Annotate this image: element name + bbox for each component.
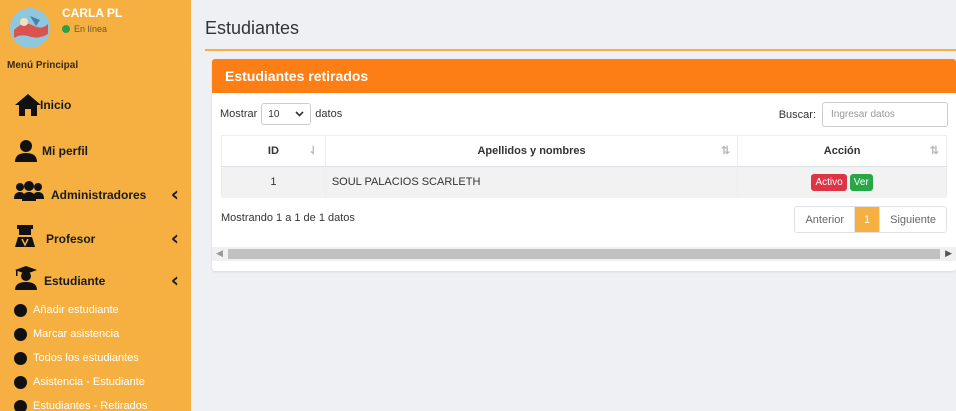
circle-icon bbox=[14, 327, 27, 341]
sidebar-item-inicio[interactable]: Inicio bbox=[14, 91, 189, 119]
chevron-down-icon bbox=[295, 111, 304, 117]
circle-icon bbox=[14, 351, 27, 365]
submenu-item-todos-los-estudiantes[interactable]: Todos los estudiantes bbox=[14, 348, 139, 368]
column-header-accion[interactable]: Acción ⇅ bbox=[737, 135, 947, 167]
menu-header: Menú Principal bbox=[7, 60, 79, 71]
page-length-control: Mostrar 10 datos bbox=[220, 103, 342, 125]
card-header: Estudiantes retirados bbox=[212, 59, 956, 93]
search-control: Buscar: bbox=[779, 102, 948, 127]
table-row: 1 SOUL PALACIOS SCARLETH Activo Ver bbox=[221, 166, 947, 198]
view-button[interactable]: Ver bbox=[849, 173, 873, 191]
scroll-right-icon[interactable]: ▶ bbox=[945, 248, 952, 259]
student-icon bbox=[15, 266, 37, 290]
status-active-button[interactable]: Activo bbox=[811, 173, 847, 191]
sidebar-item-label: Estudiante bbox=[44, 274, 106, 288]
page-length-select[interactable]: 10 bbox=[261, 103, 312, 125]
card-title: Estudiantes retirados bbox=[225, 68, 369, 84]
submenu-item-marcar-asistencia[interactable]: Marcar asistencia bbox=[14, 324, 119, 344]
sidebar-item-label: Administradores bbox=[51, 188, 147, 202]
column-header-label: ID bbox=[267, 145, 279, 157]
title-divider bbox=[205, 49, 956, 51]
chevron-left-icon: ‹ bbox=[170, 182, 179, 206]
sidebar-item-administradores[interactable]: Administradores ‹ bbox=[14, 178, 189, 206]
sort-icon: ⇅ bbox=[929, 145, 939, 157]
page-length-value: 10 bbox=[268, 108, 280, 120]
students-card: Estudiantes retirados Mostrar 10 datos B… bbox=[212, 59, 956, 271]
prev-page-button[interactable]: Anterior bbox=[795, 207, 855, 232]
circle-icon bbox=[14, 399, 27, 411]
page-title: Estudiantes bbox=[205, 18, 300, 38]
table-info: Mostrando 1 a 1 de 1 datos bbox=[221, 212, 355, 224]
sort-icon: ⇅ bbox=[721, 145, 731, 157]
sidebar: CARLA PL En línea Menú Principal Inicio … bbox=[0, 0, 191, 411]
sidebar-item-estudiante[interactable]: Estudiante ‹ bbox=[14, 264, 189, 292]
submenu-item-label: Añadir estudiante bbox=[33, 304, 119, 316]
sidebar-item-mi-perfil[interactable]: Mi perfil bbox=[14, 137, 189, 165]
column-header-id[interactable]: ID ⇃ bbox=[221, 135, 326, 167]
user-status: En línea bbox=[62, 24, 107, 34]
submenu-item-anadir-estudiante[interactable]: Añadir estudiante bbox=[14, 300, 119, 320]
column-header-label: Apellidos y nombres bbox=[477, 145, 586, 157]
user-name: CARLA PL bbox=[62, 6, 123, 20]
page-1-button[interactable]: 1 bbox=[855, 207, 880, 232]
user-panel: CARLA PL En línea bbox=[10, 4, 185, 50]
submenu-item-label: Todos los estudiantes bbox=[33, 352, 139, 364]
sidebar-item-label: Profesor bbox=[46, 232, 96, 246]
sidebar-item-profesor[interactable]: Profesor ‹ bbox=[14, 222, 189, 250]
submenu-item-label: Marcar asistencia bbox=[33, 328, 120, 340]
column-header-name[interactable]: Apellidos y nombres ⇅ bbox=[324, 135, 739, 167]
search-label: Buscar: bbox=[778, 108, 816, 121]
pagination: Anterior 1 Siguiente bbox=[794, 206, 947, 233]
students-table: ID ⇃ Apellidos y nombres ⇅ Acción ⇅ 1 SO… bbox=[221, 135, 947, 198]
show-suffix: datos bbox=[315, 108, 343, 120]
submenu-item-label: Asistencia - Estudiante bbox=[33, 376, 145, 388]
avatar[interactable] bbox=[10, 8, 50, 48]
user-icon bbox=[15, 140, 37, 162]
cell-id: 1 bbox=[221, 166, 326, 198]
online-dot-icon bbox=[62, 25, 70, 33]
home-icon bbox=[15, 94, 41, 116]
user-status-label: En línea bbox=[74, 24, 108, 34]
teacher-icon bbox=[15, 225, 35, 247]
horizontal-scrollbar[interactable]: ◀ ▶ bbox=[212, 247, 956, 261]
sidebar-item-label: Mi perfil bbox=[42, 144, 89, 158]
chevron-left-icon: ‹ bbox=[170, 268, 179, 292]
submenu-item-estudiantes-retirados[interactable]: Estudiantes - Retirados bbox=[14, 396, 147, 411]
scrollbar-thumb[interactable] bbox=[228, 249, 940, 259]
next-page-button[interactable]: Siguiente bbox=[879, 207, 946, 232]
circle-icon bbox=[14, 303, 27, 317]
cell-actions: Activo Ver bbox=[737, 166, 947, 198]
cell-name: SOUL PALACIOS SCARLETH bbox=[324, 166, 739, 198]
sort-asc-icon: ⇃ bbox=[308, 145, 318, 157]
scroll-left-icon[interactable]: ◀ bbox=[216, 248, 223, 259]
search-input[interactable] bbox=[822, 102, 948, 127]
submenu-item-label: Estudiantes - Retirados bbox=[33, 400, 148, 411]
column-header-label: Acción bbox=[823, 145, 861, 157]
chevron-left-icon: ‹ bbox=[170, 226, 179, 250]
show-label: Mostrar bbox=[220, 108, 258, 120]
circle-icon bbox=[14, 375, 27, 389]
sidebar-item-label: Inicio bbox=[40, 98, 72, 112]
users-icon bbox=[14, 181, 44, 201]
submenu-item-asistencia-estudiante[interactable]: Asistencia - Estudiante bbox=[14, 372, 145, 392]
